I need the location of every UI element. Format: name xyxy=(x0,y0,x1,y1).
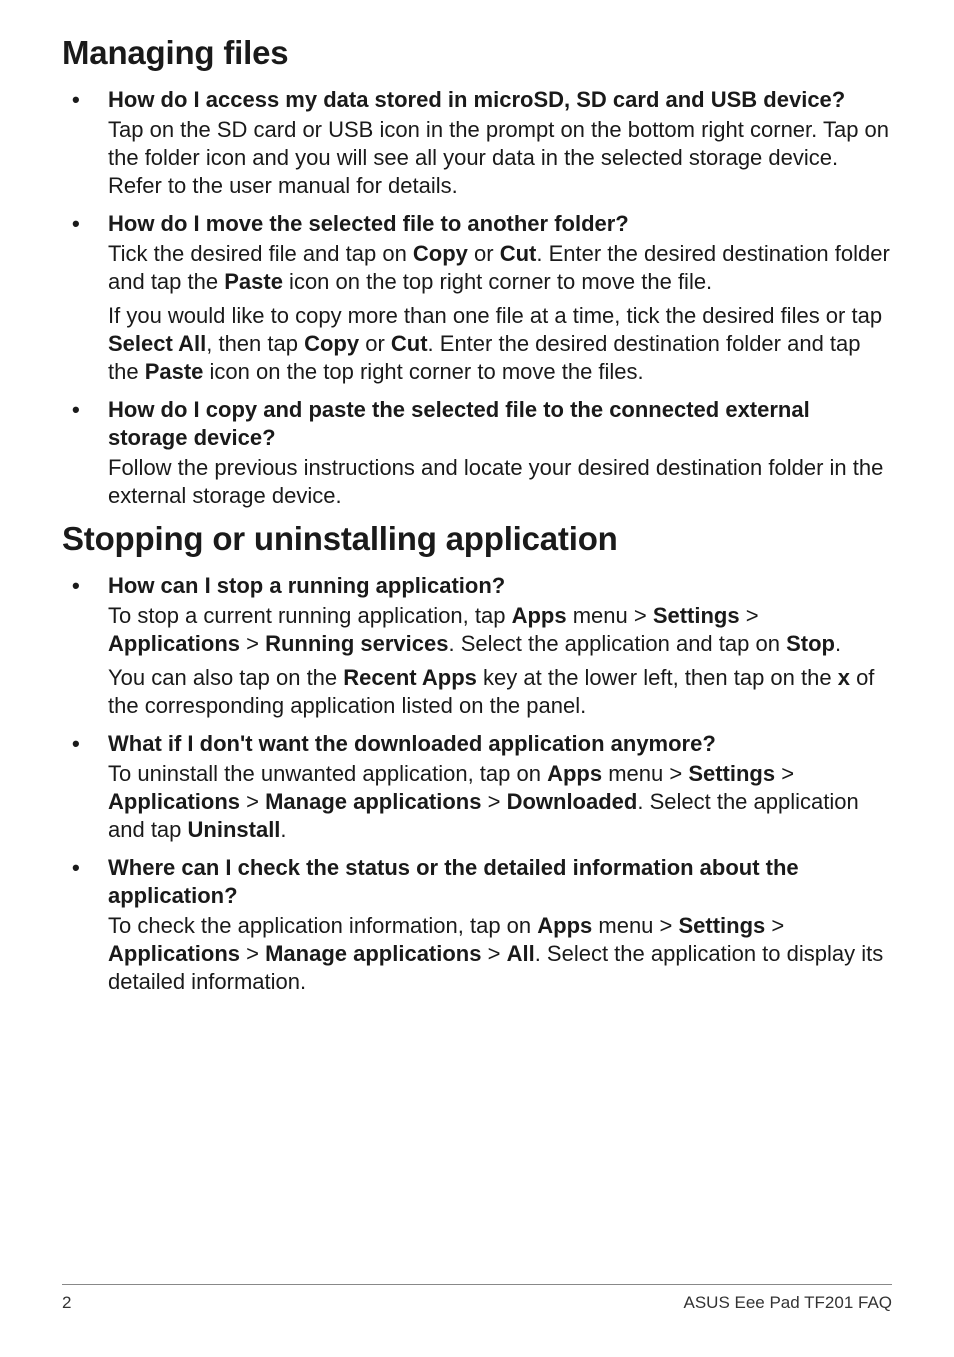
text: > xyxy=(775,761,794,786)
bold-text: Cut xyxy=(391,331,428,356)
bold-text: Settings xyxy=(678,913,765,938)
bold-text: x xyxy=(838,665,850,690)
bold-text: Paste xyxy=(145,359,204,384)
faq-item: How do I copy and paste the selected fil… xyxy=(62,396,892,510)
text: menu > xyxy=(567,603,653,628)
section-heading: Stopping or uninstalling application xyxy=(62,520,892,558)
bold-text: Apps xyxy=(547,761,602,786)
text: To uninstall the unwanted application, t… xyxy=(108,761,547,786)
faq-question: How do I access my data stored in microS… xyxy=(108,86,892,114)
bold-text: Copy xyxy=(304,331,359,356)
faq-item: How can I stop a running application? To … xyxy=(62,572,892,720)
bold-text: Running services xyxy=(265,631,448,656)
bold-text: Stop xyxy=(786,631,835,656)
text: . xyxy=(835,631,841,656)
faq-answer: You can also tap on the Recent Apps key … xyxy=(108,664,892,720)
bold-text: Copy xyxy=(413,241,468,266)
text: To stop a current running application, t… xyxy=(108,603,512,628)
text: key at the lower left, then tap on the xyxy=(477,665,838,690)
faq-answer: Follow the previous instructions and loc… xyxy=(108,454,892,510)
faq-answer: Tick the desired file and tap on Copy or… xyxy=(108,240,892,296)
text: > xyxy=(240,789,265,814)
bold-text: Cut xyxy=(500,241,537,266)
faq-answer: To stop a current running application, t… xyxy=(108,602,892,658)
text: > xyxy=(740,603,759,628)
bold-text: All xyxy=(507,941,535,966)
bold-text: Recent Apps xyxy=(343,665,477,690)
faq-item: How do I access my data stored in microS… xyxy=(62,86,892,200)
text: menu > xyxy=(602,761,688,786)
text: > xyxy=(240,631,265,656)
faq-question: How can I stop a running application? xyxy=(108,572,892,600)
faq-question: How do I copy and paste the selected fil… xyxy=(108,396,892,452)
faq-answer: Tap on the SD card or USB icon in the pr… xyxy=(108,116,892,200)
text: > xyxy=(481,941,506,966)
text: Follow the previous instructions and loc… xyxy=(108,455,883,508)
bold-text: Uninstall xyxy=(188,817,281,842)
page-footer: 2 ASUS Eee Pad TF201 FAQ xyxy=(62,1284,892,1313)
bold-text: Paste xyxy=(224,269,283,294)
text: Tick the desired file and tap on xyxy=(108,241,413,266)
faq-item: How do I move the selected file to anoth… xyxy=(62,210,892,386)
faq-question: Where can I check the status or the deta… xyxy=(108,854,892,910)
faq-item: What if I don't want the downloaded appl… xyxy=(62,730,892,844)
text: . xyxy=(280,817,286,842)
page: Managing files How do I access my data st… xyxy=(0,0,954,1357)
bold-text: Manage applications xyxy=(265,941,481,966)
faq-question: What if I don't want the downloaded appl… xyxy=(108,730,892,758)
text: > xyxy=(481,789,506,814)
faq-answer: To uninstall the unwanted application, t… xyxy=(108,760,892,844)
faq-question: How do I move the selected file to anoth… xyxy=(108,210,892,238)
page-number: 2 xyxy=(62,1293,71,1313)
faq-answer: To check the application information, ta… xyxy=(108,912,892,996)
faq-item: Where can I check the status or the deta… xyxy=(62,854,892,996)
bold-text: Downloaded xyxy=(507,789,638,814)
text: > xyxy=(765,913,784,938)
bold-text: Settings xyxy=(653,603,740,628)
text: or xyxy=(468,241,500,266)
text: , then tap xyxy=(206,331,304,356)
content-area: Managing files How do I access my data st… xyxy=(62,34,892,996)
text: To check the application information, ta… xyxy=(108,913,537,938)
section-heading: Managing files xyxy=(62,34,892,72)
section: Managing files How do I access my data st… xyxy=(62,34,892,510)
faq-list: How do I access my data stored in microS… xyxy=(62,86,892,510)
bold-text: Apps xyxy=(537,913,592,938)
bold-text: Settings xyxy=(688,761,775,786)
bold-text: Select All xyxy=(108,331,206,356)
bold-text: Applications xyxy=(108,941,240,966)
text: or xyxy=(359,331,391,356)
bold-text: Apps xyxy=(512,603,567,628)
bold-text: Applications xyxy=(108,789,240,814)
text: icon on the top right corner to move the… xyxy=(283,269,712,294)
text: If you would like to copy more than one … xyxy=(108,303,882,328)
text: . Select the application and tap on xyxy=(448,631,786,656)
bold-text: Applications xyxy=(108,631,240,656)
faq-list: How can I stop a running application? To … xyxy=(62,572,892,996)
product-name: ASUS Eee Pad TF201 FAQ xyxy=(683,1293,892,1313)
section: Stopping or uninstalling application How … xyxy=(62,520,892,996)
text: icon on the top right corner to move the… xyxy=(203,359,643,384)
faq-answer: If you would like to copy more than one … xyxy=(108,302,892,386)
text: Tap on the SD card or USB icon in the pr… xyxy=(108,117,889,198)
text: You can also tap on the xyxy=(108,665,343,690)
bold-text: Manage applications xyxy=(265,789,481,814)
text: > xyxy=(240,941,265,966)
text: menu > xyxy=(592,913,678,938)
